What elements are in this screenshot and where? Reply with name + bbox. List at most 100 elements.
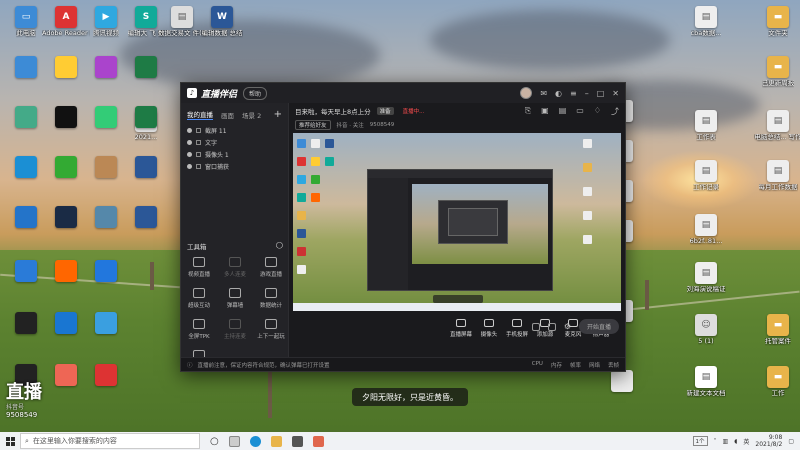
lock-icon[interactable] — [196, 163, 201, 169]
minimize-icon[interactable]: – — [585, 89, 589, 98]
desktop-shortcut[interactable] — [4, 206, 48, 228]
lock-icon[interactable]: ▣ — [541, 106, 549, 117]
desktop-shortcut[interactable]: ▬ 文件夹 — [756, 6, 800, 38]
desktop-shortcut[interactable] — [84, 106, 128, 128]
taskbar-search[interactable]: ⌕ 在这里输入你要搜索的内容 — [20, 433, 200, 449]
desktop-shortcut[interactable] — [44, 260, 88, 282]
source-item[interactable]: 摄像头 1 — [181, 148, 288, 160]
screen-icon[interactable]: ▭ — [576, 106, 584, 117]
screen-capture-button[interactable]: 直播屏幕 — [447, 318, 475, 338]
store-icon[interactable] — [291, 435, 303, 447]
desktop-shortcut[interactable] — [84, 364, 128, 386]
status-notice[interactable]: 直播前注意，保证内容符合规范，确认弹幕已打开设置 — [198, 361, 330, 369]
live-app-icon[interactable] — [312, 435, 324, 447]
desktop-shortcut[interactable]: ▬ 已更新周报 — [756, 56, 800, 88]
desktop-shortcut[interactable]: ▤ 每月工作数据 — [756, 160, 800, 192]
live-title[interactable]: 目来啦，每天早上8点上分 — [295, 106, 371, 116]
desktop-shortcut[interactable]: ▤ 工作记录 — [684, 160, 728, 192]
desktop-shortcut[interactable] — [44, 56, 88, 78]
tool-item[interactable]: 主持连麦 — [217, 319, 253, 340]
bell-icon[interactable]: ♢ — [594, 106, 601, 117]
desktop-shortcut[interactable]: ▬ 托管案件 — [756, 314, 800, 346]
desktop-shortcut[interactable] — [124, 56, 168, 78]
add-scene-icon[interactable]: + — [274, 109, 282, 120]
ime-indicator[interactable]: 英 — [743, 437, 749, 446]
desktop-shortcut[interactable] — [124, 206, 168, 228]
desktop-shortcut[interactable]: ▤ 数据交易文 件(1) — [158, 6, 206, 38]
tool-item[interactable]: 视频直播 — [181, 257, 217, 278]
title-bar[interactable]: ♪ 直播伴侣 帮助 ✉ ◐ ≡ – □ ✕ — [181, 83, 625, 103]
desktop-shortcut[interactable] — [124, 106, 168, 128]
desktop-shortcut[interactable] — [44, 364, 88, 386]
tool-item[interactable]: 弹幕墙 — [217, 288, 253, 309]
source-item[interactable]: 文字 — [181, 136, 288, 148]
desktop-shortcut[interactable] — [44, 156, 88, 178]
tool-item[interactable]: 多人连麦 — [217, 257, 253, 278]
notification-icon[interactable]: ▢ — [788, 438, 794, 445]
visibility-icon[interactable] — [187, 151, 192, 157]
desktop-shortcut[interactable] — [4, 56, 48, 78]
lock-icon[interactable] — [196, 139, 201, 145]
lock-icon[interactable] — [196, 127, 201, 133]
settings-gear-icon[interactable]: ⚙ — [564, 322, 571, 331]
source-item[interactable]: 截屏 11 — [181, 124, 288, 136]
desktop-shortcut[interactable] — [44, 106, 88, 128]
stream-preview[interactable] — [293, 133, 621, 311]
desktop-shortcut[interactable]: ▤ 6b2f..81... — [684, 214, 728, 246]
task-view-icon[interactable]: ○ — [210, 436, 219, 447]
desktop-shortcut[interactable]: ▤ cba数据... — [684, 6, 728, 38]
lock-icon[interactable] — [196, 151, 201, 157]
desktop-shortcut[interactable]: ▶ 腾讯视频 — [84, 6, 128, 38]
help-button[interactable]: 帮助 — [243, 86, 268, 100]
desktop-shortcut[interactable]: ▤ 刘海演说稿证 — [684, 262, 728, 294]
desktop-shortcut[interactable] — [84, 206, 128, 228]
view-toggle-icon[interactable] — [547, 322, 556, 331]
desktop-shortcut[interactable]: ▬ 工作 — [756, 366, 800, 398]
menu-icon[interactable]: ≡ — [570, 89, 577, 98]
desktop-shortcut[interactable] — [4, 106, 48, 128]
live-companion-window[interactable]: ♪ 直播伴侣 帮助 ✉ ◐ ≡ – □ ✕ 我的直播 画面 场景 2 + 截屏 … — [180, 82, 626, 372]
visibility-icon[interactable] — [187, 139, 192, 145]
phone-cast-button[interactable]: 手机投屏 — [503, 318, 531, 338]
file-explorer-icon[interactable] — [270, 435, 282, 447]
start-live-button[interactable]: 开始直播 — [578, 319, 619, 334]
recommend-button[interactable]: 推荐给好友 — [295, 120, 331, 130]
record-icon[interactable]: ▤ — [559, 106, 567, 117]
desktop-shortcut[interactable] — [124, 156, 168, 178]
visibility-icon[interactable] — [187, 163, 192, 169]
source-item[interactable]: 窗口捕获 — [181, 160, 288, 172]
desktop-shortcut[interactable] — [84, 156, 128, 178]
volume-icon[interactable]: ◖ — [734, 438, 737, 445]
tab-my-live[interactable]: 我的直播 — [187, 109, 213, 120]
settings-icon[interactable]: ◯ — [276, 241, 283, 251]
desktop-shortcut[interactable] — [600, 370, 644, 392]
desktop-shortcut[interactable]: W 编辑数据 总结 — [200, 6, 244, 38]
tab-canvas[interactable]: 画面 — [221, 110, 234, 120]
tool-item[interactable]: 上下一起玩 — [253, 319, 289, 340]
desktop-shortcut[interactable] — [84, 56, 128, 78]
tab-scene-2[interactable]: 场景 2 — [242, 110, 261, 120]
user-avatar[interactable] — [520, 87, 533, 99]
desktop-shortcut[interactable]: ☺ 5 (1) — [684, 314, 728, 346]
message-icon[interactable]: ✉ — [540, 89, 547, 98]
desktop-shortcut[interactable] — [4, 312, 48, 334]
network-icon[interactable]: ▥ — [723, 438, 729, 445]
tool-item[interactable]: 数据统计 — [253, 288, 289, 309]
notification-count[interactable]: 1个 — [692, 436, 708, 446]
desktop-shortcut[interactable] — [4, 156, 48, 178]
edge-icon[interactable] — [249, 435, 261, 447]
record-toggle-icon[interactable] — [531, 322, 540, 331]
camera-button[interactable]: 摄像头 — [475, 318, 503, 338]
desktop-shortcut[interactable]: ▤ 电脑总结... 写作 — [754, 110, 800, 142]
desktop-shortcut[interactable]: ▤ 新建文本文档 — [684, 366, 728, 398]
desktop-shortcut[interactable] — [44, 206, 88, 228]
desktop-shortcut[interactable]: A Adobe Reader XI — [42, 6, 90, 38]
desktop-shortcut[interactable] — [84, 260, 128, 282]
tool-item[interactable]: 全屏TPK — [181, 319, 217, 340]
start-button[interactable] — [0, 432, 20, 450]
desktop-shortcut[interactable] — [84, 312, 128, 334]
maximize-icon[interactable]: □ — [597, 89, 605, 98]
desktop-shortcut[interactable]: ▤ 工作表 — [684, 110, 728, 142]
up-arrow-icon[interactable]: ˄ — [714, 438, 717, 445]
visibility-icon[interactable] — [187, 127, 192, 133]
